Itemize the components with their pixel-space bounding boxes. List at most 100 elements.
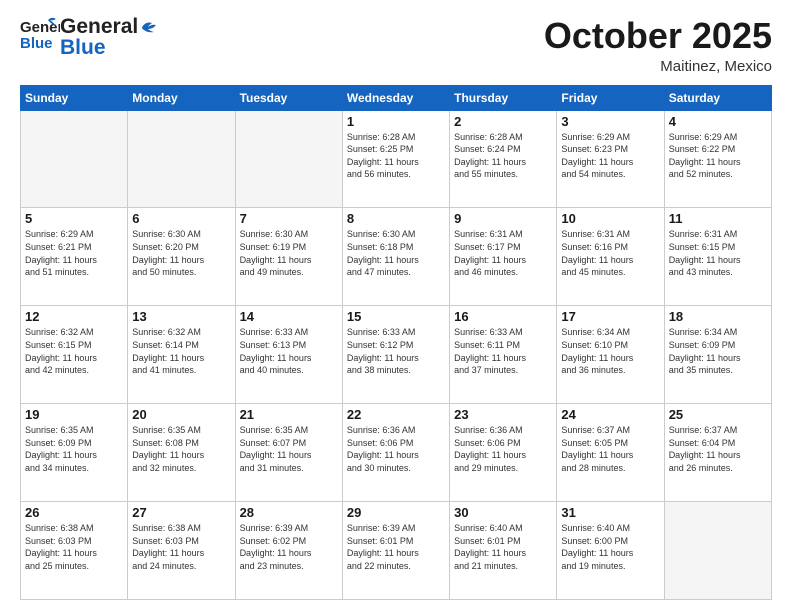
day-cell: 25 Sunrise: 6:37 AM Sunset: 6:04 PM Dayli… [664,404,771,502]
day-info: Sunrise: 6:28 AM Sunset: 6:25 PM Dayligh… [347,131,445,181]
dow-tuesday: Tuesday [235,85,342,110]
day-cell: 17Sunrise: 6:34 AM Sunset: 6:10 PM Dayli… [557,306,664,404]
day-number: 3 [561,114,659,129]
day-cell: 2 Sunrise: 6:28 AM Sunset: 6:24 PM Daylig… [450,110,557,208]
logo-icon: General Blue [20,16,60,52]
day-cell: 26 Sunrise: 6:38 AM Sunset: 6:03 PM Dayli… [21,502,128,600]
day-number: 15 [347,309,445,324]
day-number: 22 [347,407,445,422]
day-cell: 23Sunrise: 6:36 AM Sunset: 6:06 PM Dayli… [450,404,557,502]
day-cell: 30 Sunrise: 6:40 AM Sunset: 6:01 PM Dayli… [450,502,557,600]
dow-monday: Monday [128,85,235,110]
week-row-5: 26 Sunrise: 6:38 AM Sunset: 6:03 PM Dayli… [21,502,772,600]
day-info: Sunrise: 6:34 AM Sunset: 6:09 PM Dayligh… [669,326,767,376]
day-number: 27 [132,505,230,520]
day-cell: 13Sunrise: 6:32 AM Sunset: 6:14 PM Dayli… [128,306,235,404]
day-info: Sunrise: 6:31 AM Sunset: 6:15 PM Dayligh… [669,228,767,278]
day-cell: 20Sunrise: 6:35 AM Sunset: 6:08 PM Dayli… [128,404,235,502]
day-info: Sunrise: 6:30 AM Sunset: 6:20 PM Dayligh… [132,228,230,278]
day-cell: 28 Sunrise: 6:39 AM Sunset: 6:02 PM Dayli… [235,502,342,600]
day-number: 29 [347,505,445,520]
day-cell: 1Sunrise: 6:28 AM Sunset: 6:25 PM Daylig… [342,110,449,208]
day-cell: 10 Sunrise: 6:31 AM Sunset: 6:16 PM Dayli… [557,208,664,306]
day-info: Sunrise: 6:33 AM Sunset: 6:12 PM Dayligh… [347,326,445,376]
day-cell: 15 Sunrise: 6:33 AM Sunset: 6:12 PM Dayli… [342,306,449,404]
day-number: 8 [347,211,445,226]
day-cell: 24 Sunrise: 6:37 AM Sunset: 6:05 PM Dayli… [557,404,664,502]
day-info: Sunrise: 6:37 AM Sunset: 6:04 PM Dayligh… [669,424,767,474]
day-number: 5 [25,211,123,226]
calendar-page: General Blue General Blue October 2025 M… [0,0,792,612]
day-number: 26 [25,505,123,520]
dow-saturday: Saturday [664,85,771,110]
calendar-body: 1Sunrise: 6:28 AM Sunset: 6:25 PM Daylig… [21,110,772,599]
day-cell: 3 Sunrise: 6:29 AM Sunset: 6:23 PM Daylig… [557,110,664,208]
svg-text:Blue: Blue [20,35,53,52]
bird-icon [140,19,160,35]
day-number: 14 [240,309,338,324]
day-cell [664,502,771,600]
day-cell: 5Sunrise: 6:29 AM Sunset: 6:21 PM Daylig… [21,208,128,306]
day-info: Sunrise: 6:35 AM Sunset: 6:08 PM Dayligh… [132,424,230,474]
month-title: October 2025 [544,16,772,56]
day-number: 11 [669,211,767,226]
day-cell: 8 Sunrise: 6:30 AM Sunset: 6:18 PM Daylig… [342,208,449,306]
day-cell: 11 Sunrise: 6:31 AM Sunset: 6:15 PM Dayli… [664,208,771,306]
week-row-4: 19Sunrise: 6:35 AM Sunset: 6:09 PM Dayli… [21,404,772,502]
day-number: 17 [561,309,659,324]
day-info: Sunrise: 6:29 AM Sunset: 6:22 PM Dayligh… [669,131,767,181]
day-info: Sunrise: 6:31 AM Sunset: 6:16 PM Dayligh… [561,228,659,278]
day-info: Sunrise: 6:39 AM Sunset: 6:02 PM Dayligh… [240,522,338,572]
svg-text:General: General [20,19,60,36]
day-info: Sunrise: 6:32 AM Sunset: 6:15 PM Dayligh… [25,326,123,376]
day-number: 30 [454,505,552,520]
day-cell: 27 Sunrise: 6:38 AM Sunset: 6:03 PM Dayli… [128,502,235,600]
logo: General Blue [20,16,60,52]
day-info: Sunrise: 6:38 AM Sunset: 6:03 PM Dayligh… [25,522,123,572]
day-number: 10 [561,211,659,226]
day-info: Sunrise: 6:28 AM Sunset: 6:24 PM Dayligh… [454,131,552,181]
day-number: 21 [240,407,338,422]
day-number: 13 [132,309,230,324]
day-cell [128,110,235,208]
dow-sunday: Sunday [21,85,128,110]
day-cell: 21 Sunrise: 6:35 AM Sunset: 6:07 PM Dayli… [235,404,342,502]
title-area: October 2025 Maitinez, Mexico [544,16,772,75]
day-info: Sunrise: 6:29 AM Sunset: 6:23 PM Dayligh… [561,131,659,181]
day-number: 6 [132,211,230,226]
day-number: 12 [25,309,123,324]
day-number: 28 [240,505,338,520]
day-cell: 22 Sunrise: 6:36 AM Sunset: 6:06 PM Dayli… [342,404,449,502]
day-info: Sunrise: 6:36 AM Sunset: 6:06 PM Dayligh… [454,424,552,474]
day-cell [235,110,342,208]
day-info: Sunrise: 6:36 AM Sunset: 6:06 PM Dayligh… [347,424,445,474]
day-number: 24 [561,407,659,422]
logo-blue: Blue [60,37,106,58]
day-number: 19 [25,407,123,422]
calendar-table: SundayMondayTuesdayWednesdayThursdayFrid… [20,85,772,600]
day-number: 2 [454,114,552,129]
day-cell [21,110,128,208]
day-info: Sunrise: 6:33 AM Sunset: 6:11 PM Dayligh… [454,326,552,376]
days-of-week-header: SundayMondayTuesdayWednesdayThursdayFrid… [21,85,772,110]
day-cell: 31Sunrise: 6:40 AM Sunset: 6:00 PM Dayli… [557,502,664,600]
day-number: 16 [454,309,552,324]
day-info: Sunrise: 6:37 AM Sunset: 6:05 PM Dayligh… [561,424,659,474]
day-number: 4 [669,114,767,129]
day-cell: 7Sunrise: 6:30 AM Sunset: 6:19 PM Daylig… [235,208,342,306]
day-number: 7 [240,211,338,226]
day-cell: 4 Sunrise: 6:29 AM Sunset: 6:22 PM Daylig… [664,110,771,208]
day-number: 9 [454,211,552,226]
day-info: Sunrise: 6:40 AM Sunset: 6:00 PM Dayligh… [561,522,659,572]
day-number: 18 [669,309,767,324]
location: Maitinez, Mexico [544,58,772,75]
day-info: Sunrise: 6:31 AM Sunset: 6:17 PM Dayligh… [454,228,552,278]
day-info: Sunrise: 6:40 AM Sunset: 6:01 PM Dayligh… [454,522,552,572]
logo-general: General [60,16,138,37]
day-info: Sunrise: 6:38 AM Sunset: 6:03 PM Dayligh… [132,522,230,572]
day-number: 25 [669,407,767,422]
day-cell: 18 Sunrise: 6:34 AM Sunset: 6:09 PM Dayli… [664,306,771,404]
day-info: Sunrise: 6:35 AM Sunset: 6:07 PM Dayligh… [240,424,338,474]
day-info: Sunrise: 6:30 AM Sunset: 6:18 PM Dayligh… [347,228,445,278]
header: General Blue General Blue October 2025 M… [20,16,772,75]
